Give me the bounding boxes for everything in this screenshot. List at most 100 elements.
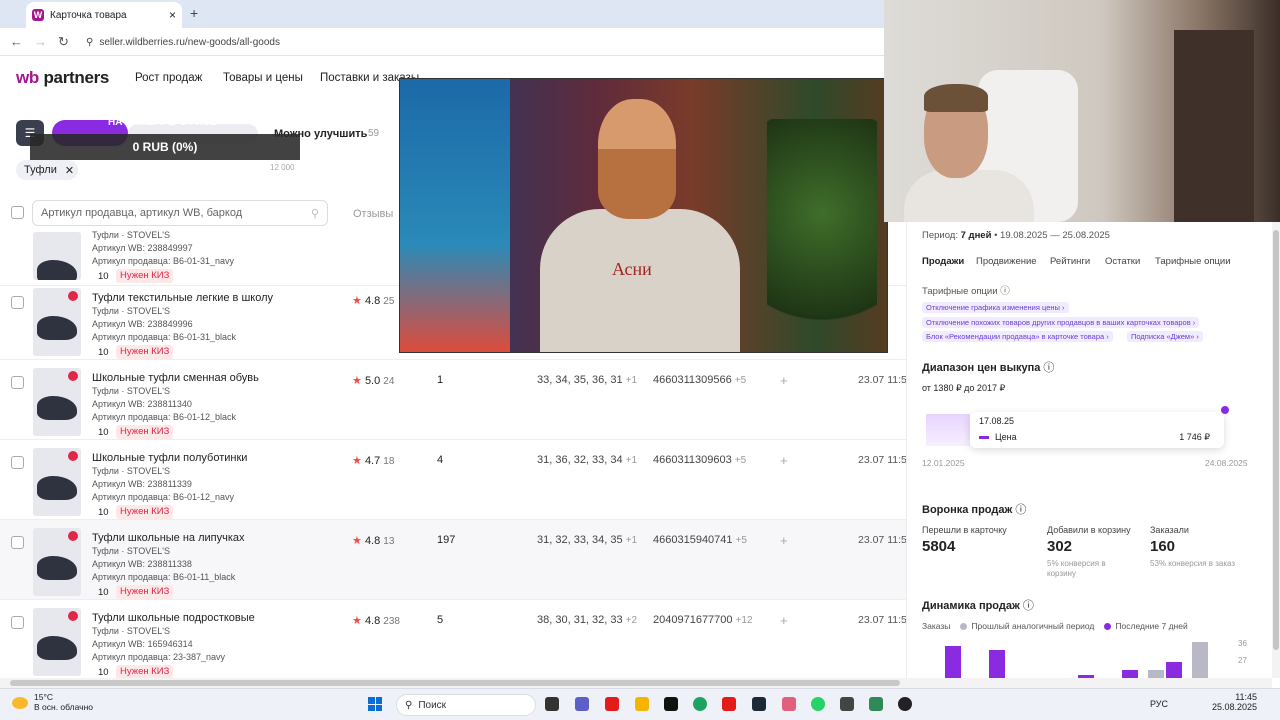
funnel-value: 5804 xyxy=(922,538,956,555)
sales-dynamics-legend: Заказы Прошлый аналогичный период Послед… xyxy=(922,621,1188,631)
updated-date: 23.07 11:5 xyxy=(858,614,907,626)
url-field[interactable]: ⚲ seller.wildberries.ru/new-goods/all-go… xyxy=(86,32,876,52)
forward-icon[interactable]: → xyxy=(34,34,47,49)
product-seller-article: Артикул продавца: B6-01-12_navy xyxy=(92,492,234,502)
close-icon[interactable]: ✕ xyxy=(65,164,74,177)
info-icon[interactable]: ⓘ xyxy=(1015,504,1026,516)
dynamics-bar[interactable] xyxy=(945,646,961,678)
product-name[interactable]: Туфли текстильные легкие в школу xyxy=(92,292,273,304)
category-chip[interactable]: Туфли ✕ xyxy=(16,160,78,180)
horizontal-scroll-thumb[interactable] xyxy=(10,680,900,686)
task-view-icon[interactable] xyxy=(545,697,559,711)
product-thumbnail[interactable] xyxy=(33,368,81,436)
tab-promotion[interactable]: Продвижение xyxy=(976,256,1037,267)
product-brand: Туфли · STOVEL'S xyxy=(92,626,170,636)
weather-icon[interactable] xyxy=(12,697,28,709)
whatsapp-icon[interactable] xyxy=(811,697,825,711)
row-checkbox[interactable] xyxy=(11,456,24,469)
product-thumbnail[interactable] xyxy=(33,288,81,356)
app-icon[interactable] xyxy=(664,697,678,711)
product-name[interactable]: Школьные туфли сменная обувь xyxy=(92,372,259,384)
heart-icon xyxy=(68,291,78,301)
video-overlay: Асни xyxy=(399,78,888,353)
vertical-scroll-thumb[interactable] xyxy=(1273,230,1279,650)
app-icon[interactable] xyxy=(840,697,854,711)
tariff-tag[interactable]: Подписка «Джем» › xyxy=(1127,331,1203,342)
stock-count: 1 xyxy=(437,374,444,386)
weather-widget[interactable]: 15°C В осн. облачно xyxy=(34,692,93,712)
dynamics-bar[interactable] xyxy=(989,650,1005,678)
product-name[interactable]: Туфли школьные подростковые xyxy=(92,612,255,624)
heart-icon xyxy=(68,531,78,541)
tariff-tag[interactable]: Блок «Рекомендации продавца» в карточке … xyxy=(922,331,1113,342)
tab-tariffs[interactable]: Тарифные опции xyxy=(1155,256,1231,267)
column-reviews[interactable]: Отзывы xyxy=(353,208,393,220)
windows-start-icon[interactable] xyxy=(368,697,382,711)
add-icon[interactable]: + xyxy=(780,373,788,388)
yandex-browser-icon[interactable] xyxy=(722,697,736,711)
kiz-badge: Нужен КИЗ xyxy=(116,505,174,519)
search-placeholder: Артикул продавца, артикул WB, баркод xyxy=(41,207,243,219)
app-icon[interactable] xyxy=(898,697,912,711)
product-thumbnail[interactable] xyxy=(33,448,81,516)
info-icon[interactable]: ⓘ xyxy=(1000,286,1010,297)
dynamics-bar[interactable] xyxy=(1122,670,1138,678)
row-checkbox[interactable] xyxy=(11,376,24,389)
sales-dynamics-title: Динамика продаж ⓘ xyxy=(922,600,1034,612)
search-icon[interactable]: ⚲ xyxy=(311,207,319,220)
add-icon[interactable]: + xyxy=(780,453,788,468)
legend-last-7[interactable]: Последние 7 дней xyxy=(1104,621,1188,631)
tab-stock[interactable]: Остатки xyxy=(1105,256,1140,267)
new-tab-button[interactable]: + xyxy=(190,5,198,21)
chrome-icon[interactable] xyxy=(693,697,707,711)
close-icon[interactable]: × xyxy=(169,8,176,22)
shirt-logo: Асни xyxy=(612,259,652,279)
tariff-options-title: Тарифные опции ⓘ xyxy=(922,286,1010,297)
row-checkbox[interactable] xyxy=(11,536,24,549)
app-icon[interactable] xyxy=(782,697,796,711)
product-name[interactable]: Туфли школьные на липучках xyxy=(92,532,245,544)
period-selector[interactable]: Период: 7 дней • 19.08.2025 — 25.08.2025 xyxy=(922,230,1110,241)
select-all-checkbox[interactable] xyxy=(11,206,24,219)
nav-growth[interactable]: Рост продаж xyxy=(135,72,202,84)
wb-partners-logo[interactable]: wb partners xyxy=(16,68,109,88)
row-checkbox[interactable] xyxy=(11,296,24,309)
tab-ratings[interactable]: Рейтинги xyxy=(1050,256,1090,267)
dynamics-bar[interactable] xyxy=(1192,642,1208,678)
add-icon[interactable]: + xyxy=(780,533,788,548)
updated-date: 23.07 11:5 xyxy=(858,374,907,386)
legend-previous[interactable]: Прошлый аналогичный период xyxy=(960,621,1094,631)
site-info-icon[interactable]: ⚲ xyxy=(86,37,93,48)
reload-icon[interactable]: ↻ xyxy=(58,34,69,50)
barcode: 4660315940741 +5 xyxy=(653,534,747,546)
explorer-icon[interactable] xyxy=(635,697,649,711)
product-thumbnail[interactable] xyxy=(33,608,81,676)
tariff-tag[interactable]: Отключение похожих товаров других продав… xyxy=(922,317,1200,328)
product-thumbnail[interactable] xyxy=(33,232,81,280)
legend-orders[interactable]: Заказы xyxy=(922,621,950,631)
taskbar-search[interactable]: ⚲ Поиск xyxy=(396,694,536,716)
product-wb-article: Артикул WB: 238849996 xyxy=(92,319,193,329)
rating-value: 4.8 xyxy=(364,535,381,547)
clock[interactable]: 11:45 25.08.2025 xyxy=(1212,692,1257,712)
dynamics-bar[interactable] xyxy=(1148,670,1164,678)
language-indicator[interactable]: РУС xyxy=(1150,699,1168,709)
search-input[interactable]: Артикул продавца, артикул WB, баркод ⚲ xyxy=(32,200,328,226)
teams-icon[interactable] xyxy=(575,697,589,711)
product-name[interactable]: Школьные туфли полуботинки xyxy=(92,452,247,464)
back-icon[interactable]: ← xyxy=(10,34,23,49)
product-thumbnail[interactable] xyxy=(33,528,81,596)
add-icon[interactable]: + xyxy=(780,613,788,628)
nav-goods-prices[interactable]: Товары и цены xyxy=(223,72,303,84)
tab-sales[interactable]: Продажи xyxy=(922,256,964,267)
browser-tab[interactable]: W Карточка товара × xyxy=(26,2,182,28)
funnel-title: Воронка продаж ⓘ xyxy=(922,504,1027,516)
app-icon[interactable] xyxy=(869,697,883,711)
info-icon[interactable]: ⓘ xyxy=(1043,362,1054,374)
info-icon[interactable]: ⓘ xyxy=(1023,600,1034,612)
dynamics-bar[interactable] xyxy=(1166,662,1182,678)
steam-icon[interactable] xyxy=(752,697,766,711)
yandex-icon[interactable] xyxy=(605,697,619,711)
tariff-tag[interactable]: Отключение графика изменения цены › xyxy=(922,302,1069,313)
row-checkbox[interactable] xyxy=(11,616,24,629)
